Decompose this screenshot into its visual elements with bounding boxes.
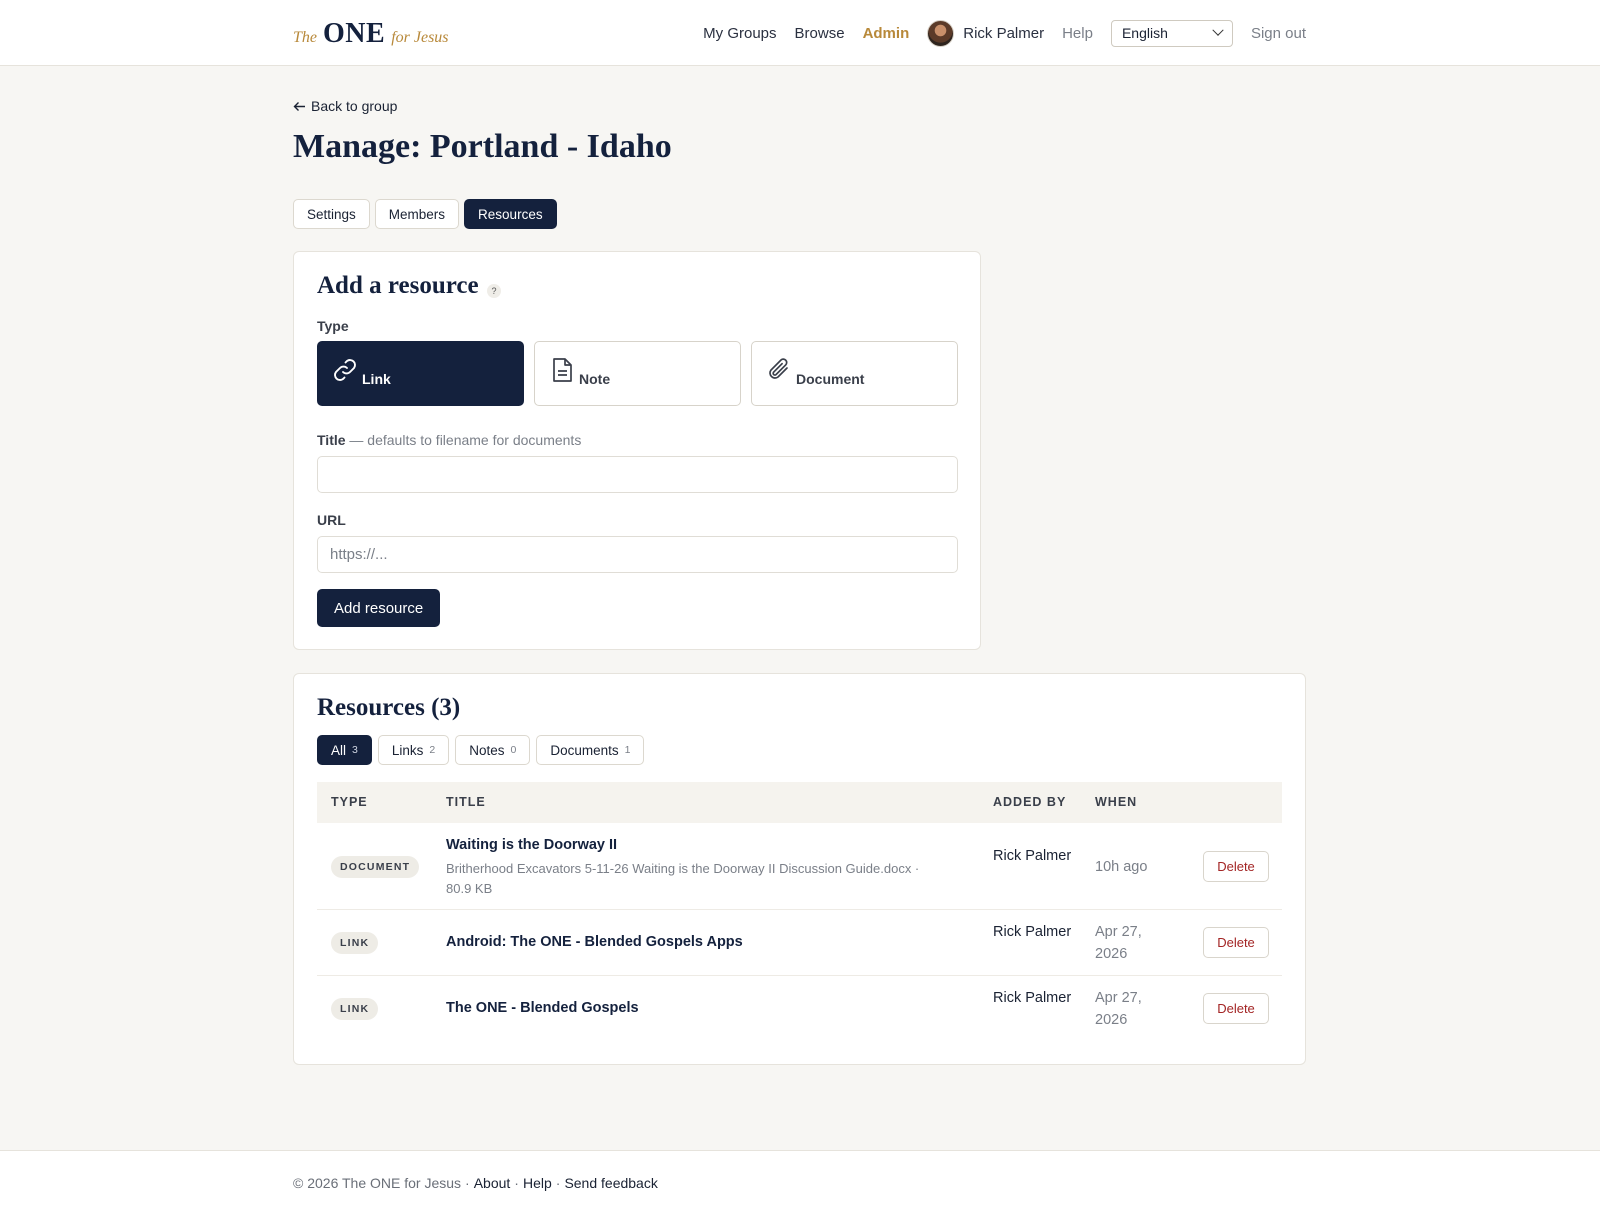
url-label: URL bbox=[317, 512, 346, 528]
nav-admin[interactable]: Admin bbox=[863, 25, 910, 42]
title-label: Title — defaults to filename for documen… bbox=[317, 432, 581, 448]
filter-links[interactable]: Links 2 bbox=[377, 735, 450, 765]
manage-tabs: Settings Members Resources bbox=[293, 199, 557, 229]
user-name: Rick Palmer bbox=[963, 24, 1045, 42]
type-option-note-label: Note bbox=[579, 371, 611, 387]
add-resource-heading: Add a resource bbox=[317, 272, 479, 299]
footer-feedback-link[interactable]: Send feedback bbox=[564, 1175, 657, 1191]
filter-notes[interactable]: Notes 0 bbox=[455, 735, 531, 765]
brand-prefix: The bbox=[293, 29, 317, 46]
type-option-note[interactable]: Note bbox=[534, 341, 741, 406]
column-when: WHEN bbox=[1095, 795, 1138, 809]
sign-out-link[interactable]: Sign out bbox=[1251, 25, 1306, 42]
page-title: Manage: Portland - Idaho bbox=[293, 128, 672, 165]
footer-separator: · bbox=[514, 1175, 519, 1191]
type-label: Type bbox=[317, 318, 349, 334]
type-option-document-label: Document bbox=[796, 371, 865, 387]
filter-links-label: Links bbox=[391, 742, 424, 758]
type-badge: LINK bbox=[331, 998, 379, 1020]
added-when: Apr 27, 2026 bbox=[1095, 924, 1142, 962]
tab-members[interactable]: Members bbox=[374, 199, 460, 229]
title-label-text: Title bbox=[317, 432, 346, 448]
resource-subtitle: Britherhood Excavators 5-11-26 Waiting i… bbox=[446, 861, 920, 896]
footer-separator: · bbox=[465, 1175, 470, 1191]
title-input[interactable] bbox=[317, 456, 958, 493]
language-value: English bbox=[1121, 25, 1168, 41]
resources-heading: Resources (3) bbox=[317, 694, 461, 721]
avatar bbox=[927, 19, 955, 47]
column-title: TITLE bbox=[446, 795, 486, 809]
nav-help[interactable]: Help bbox=[1062, 25, 1093, 42]
paperclip-icon bbox=[769, 358, 788, 379]
filter-notes-count: 0 bbox=[510, 744, 517, 756]
filter-all-label: All bbox=[331, 742, 347, 758]
filter-documents-label: Documents bbox=[550, 742, 619, 758]
delete-button[interactable]: Delete bbox=[1203, 993, 1269, 1024]
delete-button[interactable]: Delete bbox=[1203, 927, 1269, 958]
column-added-by: ADDED BY bbox=[993, 795, 1067, 809]
help-icon[interactable]: ? bbox=[487, 284, 501, 298]
filter-notes-label: Notes bbox=[469, 742, 505, 758]
resource-title-link[interactable]: Android: The ONE - Blended Gospels Apps bbox=[446, 934, 743, 950]
resource-filters: All 3 Links 2 Notes 0 Documents 1 bbox=[317, 735, 645, 765]
add-resource-button[interactable]: Add resource bbox=[317, 589, 441, 627]
added-by: Rick Palmer bbox=[993, 990, 1072, 1006]
brand-logo[interactable]: The ONE for Jesus bbox=[293, 18, 449, 50]
footer-help-link[interactable]: Help bbox=[523, 1175, 552, 1191]
column-type: TYPE bbox=[331, 795, 368, 809]
tab-resources[interactable]: Resources bbox=[464, 199, 557, 229]
language-select[interactable]: English bbox=[1110, 19, 1233, 47]
add-resource-card: Add a resource ? Type Link Note Document… bbox=[293, 251, 981, 650]
footer-separator: · bbox=[555, 1175, 561, 1191]
type-badge: DOCUMENT bbox=[331, 856, 420, 878]
added-by: Rick Palmer bbox=[993, 848, 1072, 864]
table-header: TYPE TITLE ADDED BY WHEN bbox=[317, 782, 1282, 823]
filter-documents-count: 1 bbox=[624, 744, 631, 756]
table-row: LINK The ONE - Blended Gospels Rick Palm… bbox=[317, 976, 1282, 1042]
resource-title-link[interactable]: Waiting is the Doorway II bbox=[446, 837, 617, 853]
brand-name: ONE bbox=[323, 18, 386, 49]
table-row: LINK Android: The ONE - Blended Gospels … bbox=[317, 910, 1282, 976]
title-hint: — defaults to filename for documents bbox=[349, 432, 582, 448]
added-when: 10h ago bbox=[1095, 859, 1148, 875]
footer-copyright: © 2026 The ONE for Jesus bbox=[293, 1175, 462, 1191]
filter-links-count: 2 bbox=[429, 744, 436, 756]
main-nav: My Groups Browse Admin Rick Palmer Help … bbox=[703, 0, 1306, 66]
filter-documents[interactable]: Documents 1 bbox=[536, 735, 645, 765]
delete-button[interactable]: Delete bbox=[1203, 851, 1269, 882]
back-to-group-label: Back to group bbox=[311, 98, 398, 114]
type-option-link-label: Link bbox=[362, 371, 391, 387]
type-option-link[interactable]: Link bbox=[317, 341, 524, 406]
added-when: Apr 27, 2026 bbox=[1095, 990, 1142, 1028]
arrow-left-icon bbox=[293, 101, 305, 111]
top-bar: The ONE for Jesus My Groups Browse Admin… bbox=[0, 0, 1600, 66]
chevron-down-icon bbox=[1212, 24, 1224, 36]
resource-title-link[interactable]: The ONE - Blended Gospels bbox=[446, 1000, 639, 1016]
url-input[interactable]: https://... bbox=[317, 536, 958, 573]
added-by: Rick Palmer bbox=[993, 924, 1072, 940]
table-row: DOCUMENT Waiting is the Doorway II Brith… bbox=[317, 823, 1282, 910]
footer-about-link[interactable]: About bbox=[474, 1175, 511, 1191]
link-icon bbox=[334, 359, 356, 381]
note-icon bbox=[553, 358, 572, 382]
type-option-document[interactable]: Document bbox=[751, 341, 958, 406]
nav-browse[interactable]: Browse bbox=[795, 25, 845, 42]
filter-all-count: 3 bbox=[352, 744, 358, 756]
brand-suffix: for Jesus bbox=[391, 29, 449, 46]
footer: © 2026 The ONE for Jesus · About · Help … bbox=[0, 1150, 1600, 1216]
type-badge: LINK bbox=[331, 932, 379, 954]
tab-settings[interactable]: Settings bbox=[293, 199, 370, 229]
resources-card: Resources (3) All 3 Links 2 Notes 0 Docu… bbox=[293, 673, 1306, 1065]
user-menu[interactable]: Rick Palmer bbox=[927, 19, 1045, 47]
footer-links: © 2026 The ONE for Jesus · About · Help … bbox=[293, 1175, 658, 1191]
filter-all[interactable]: All 3 bbox=[317, 735, 372, 765]
nav-my-groups[interactable]: My Groups bbox=[703, 25, 776, 42]
back-to-group-link[interactable]: Back to group bbox=[293, 98, 397, 114]
